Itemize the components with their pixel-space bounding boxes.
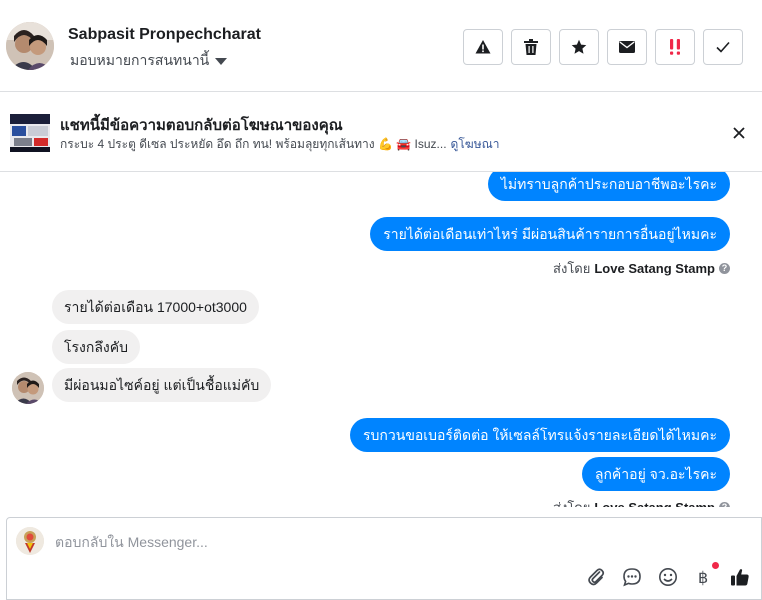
contact-avatar[interactable] (6, 22, 54, 70)
mark-done-button[interactable] (703, 29, 743, 65)
composer-toolbar: ฿ (585, 562, 751, 588)
outgoing-message[interactable]: ไม่ทราบลูกค้าประกอบอาชีพอะไรคะ (487, 172, 730, 201)
star-icon (571, 39, 587, 54)
payment-button[interactable]: ฿ (693, 562, 719, 588)
sent-by-sender: Love Satang Stamp (594, 261, 715, 276)
sent-by-label: ส่งโดย Love Satang Stamp ? (553, 258, 730, 279)
assign-label: มอบหมายการสนทนานี้ (70, 52, 210, 68)
attach-icon (588, 568, 605, 586)
ad-banner-text: กระบะ 4 ประตู ดีเซล ประหยัด อึด ถึก ทน! … (60, 135, 499, 154)
sent-by-prefix: ส่งโดย (553, 261, 591, 276)
help-icon[interactable]: ? (719, 263, 730, 274)
close-banner-button[interactable] (730, 124, 748, 142)
reply-composer: ตอบกลับใน Messenger... ฿ (6, 517, 762, 600)
delete-button[interactable] (511, 29, 551, 65)
sent-by-label: ส่งโดย Love Satang Stamp ? (553, 497, 730, 507)
warning-icon (475, 40, 491, 54)
conversation-header: Sabpasit Pronpechcharat มอบหมายการสนทนาน… (0, 0, 762, 92)
ad-thumbnail[interactable] (10, 114, 50, 152)
notification-dot (712, 562, 719, 569)
page-avatar (16, 527, 44, 555)
check-icon (716, 41, 730, 53)
sent-by-prefix: ส่งโดย (553, 497, 590, 507)
message-thread[interactable]: ไม่ทราบลูกค้าประกอบอาชีพอะไรคะ รายได้ต่อ… (0, 172, 762, 507)
contact-name[interactable]: Sabpasit Pronpechcharat (68, 26, 261, 44)
help-icon[interactable]: ? (719, 502, 730, 507)
incoming-message[interactable]: รายได้ต่อเดือน 17000+ot3000 (52, 290, 259, 324)
saved-replies-icon (623, 568, 641, 587)
follow-up-button[interactable] (655, 29, 695, 65)
envelope-icon (619, 41, 635, 53)
trash-icon (524, 39, 538, 55)
outgoing-message[interactable]: ลูกค้าอยู่ จว.อะไรคะ (581, 457, 730, 491)
saved-replies-button[interactable] (621, 566, 643, 588)
attach-button[interactable] (585, 566, 607, 588)
reply-input[interactable]: ตอบกลับใน Messenger... (55, 532, 208, 554)
assign-conversation-dropdown[interactable]: มอบหมายการสนทนานี้ (70, 50, 228, 72)
ad-description: กระบะ 4 ประตู ดีเซล ประหยัด อึด ถึก ทน! … (60, 137, 447, 151)
contact-avatar-small[interactable] (12, 372, 44, 404)
view-ad-link[interactable]: ดูโฆษณา (451, 137, 500, 151)
mark-spam-button[interactable] (463, 29, 503, 65)
emoji-button[interactable] (657, 566, 679, 588)
ad-banner-title: แชทนี้มีข้อความตอบกลับต่อโฆษณาของคุณ (60, 117, 343, 134)
close-icon (733, 127, 745, 139)
incoming-message[interactable]: โรงกลึงคับ (52, 330, 141, 364)
incoming-message[interactable]: มีผ่อนมอไซค์อยู่ แต่เป็นชื้อแม่คับ (52, 368, 272, 402)
mark-unread-button[interactable] (607, 29, 647, 65)
like-button[interactable] (729, 566, 751, 588)
emoji-icon (659, 568, 677, 586)
conversation-actions (463, 29, 743, 65)
sent-by-sender: Love Satang Stamp (594, 500, 715, 507)
outgoing-message[interactable]: รายได้ต่อเดือนเท่าไหร่ มีผ่อนสินค้ารายกา… (370, 217, 730, 251)
svg-text:฿: ฿ (698, 568, 708, 587)
star-button[interactable] (559, 29, 599, 65)
like-icon (731, 569, 749, 586)
caret-down-icon (215, 58, 228, 65)
outgoing-message[interactable]: รบกวนขอเบอร์ติดต่อ ให้เซลล์โทรแจ้งรายละเ… (350, 418, 730, 452)
payment-icon: ฿ (698, 568, 708, 587)
exclamation-icon (670, 39, 680, 55)
